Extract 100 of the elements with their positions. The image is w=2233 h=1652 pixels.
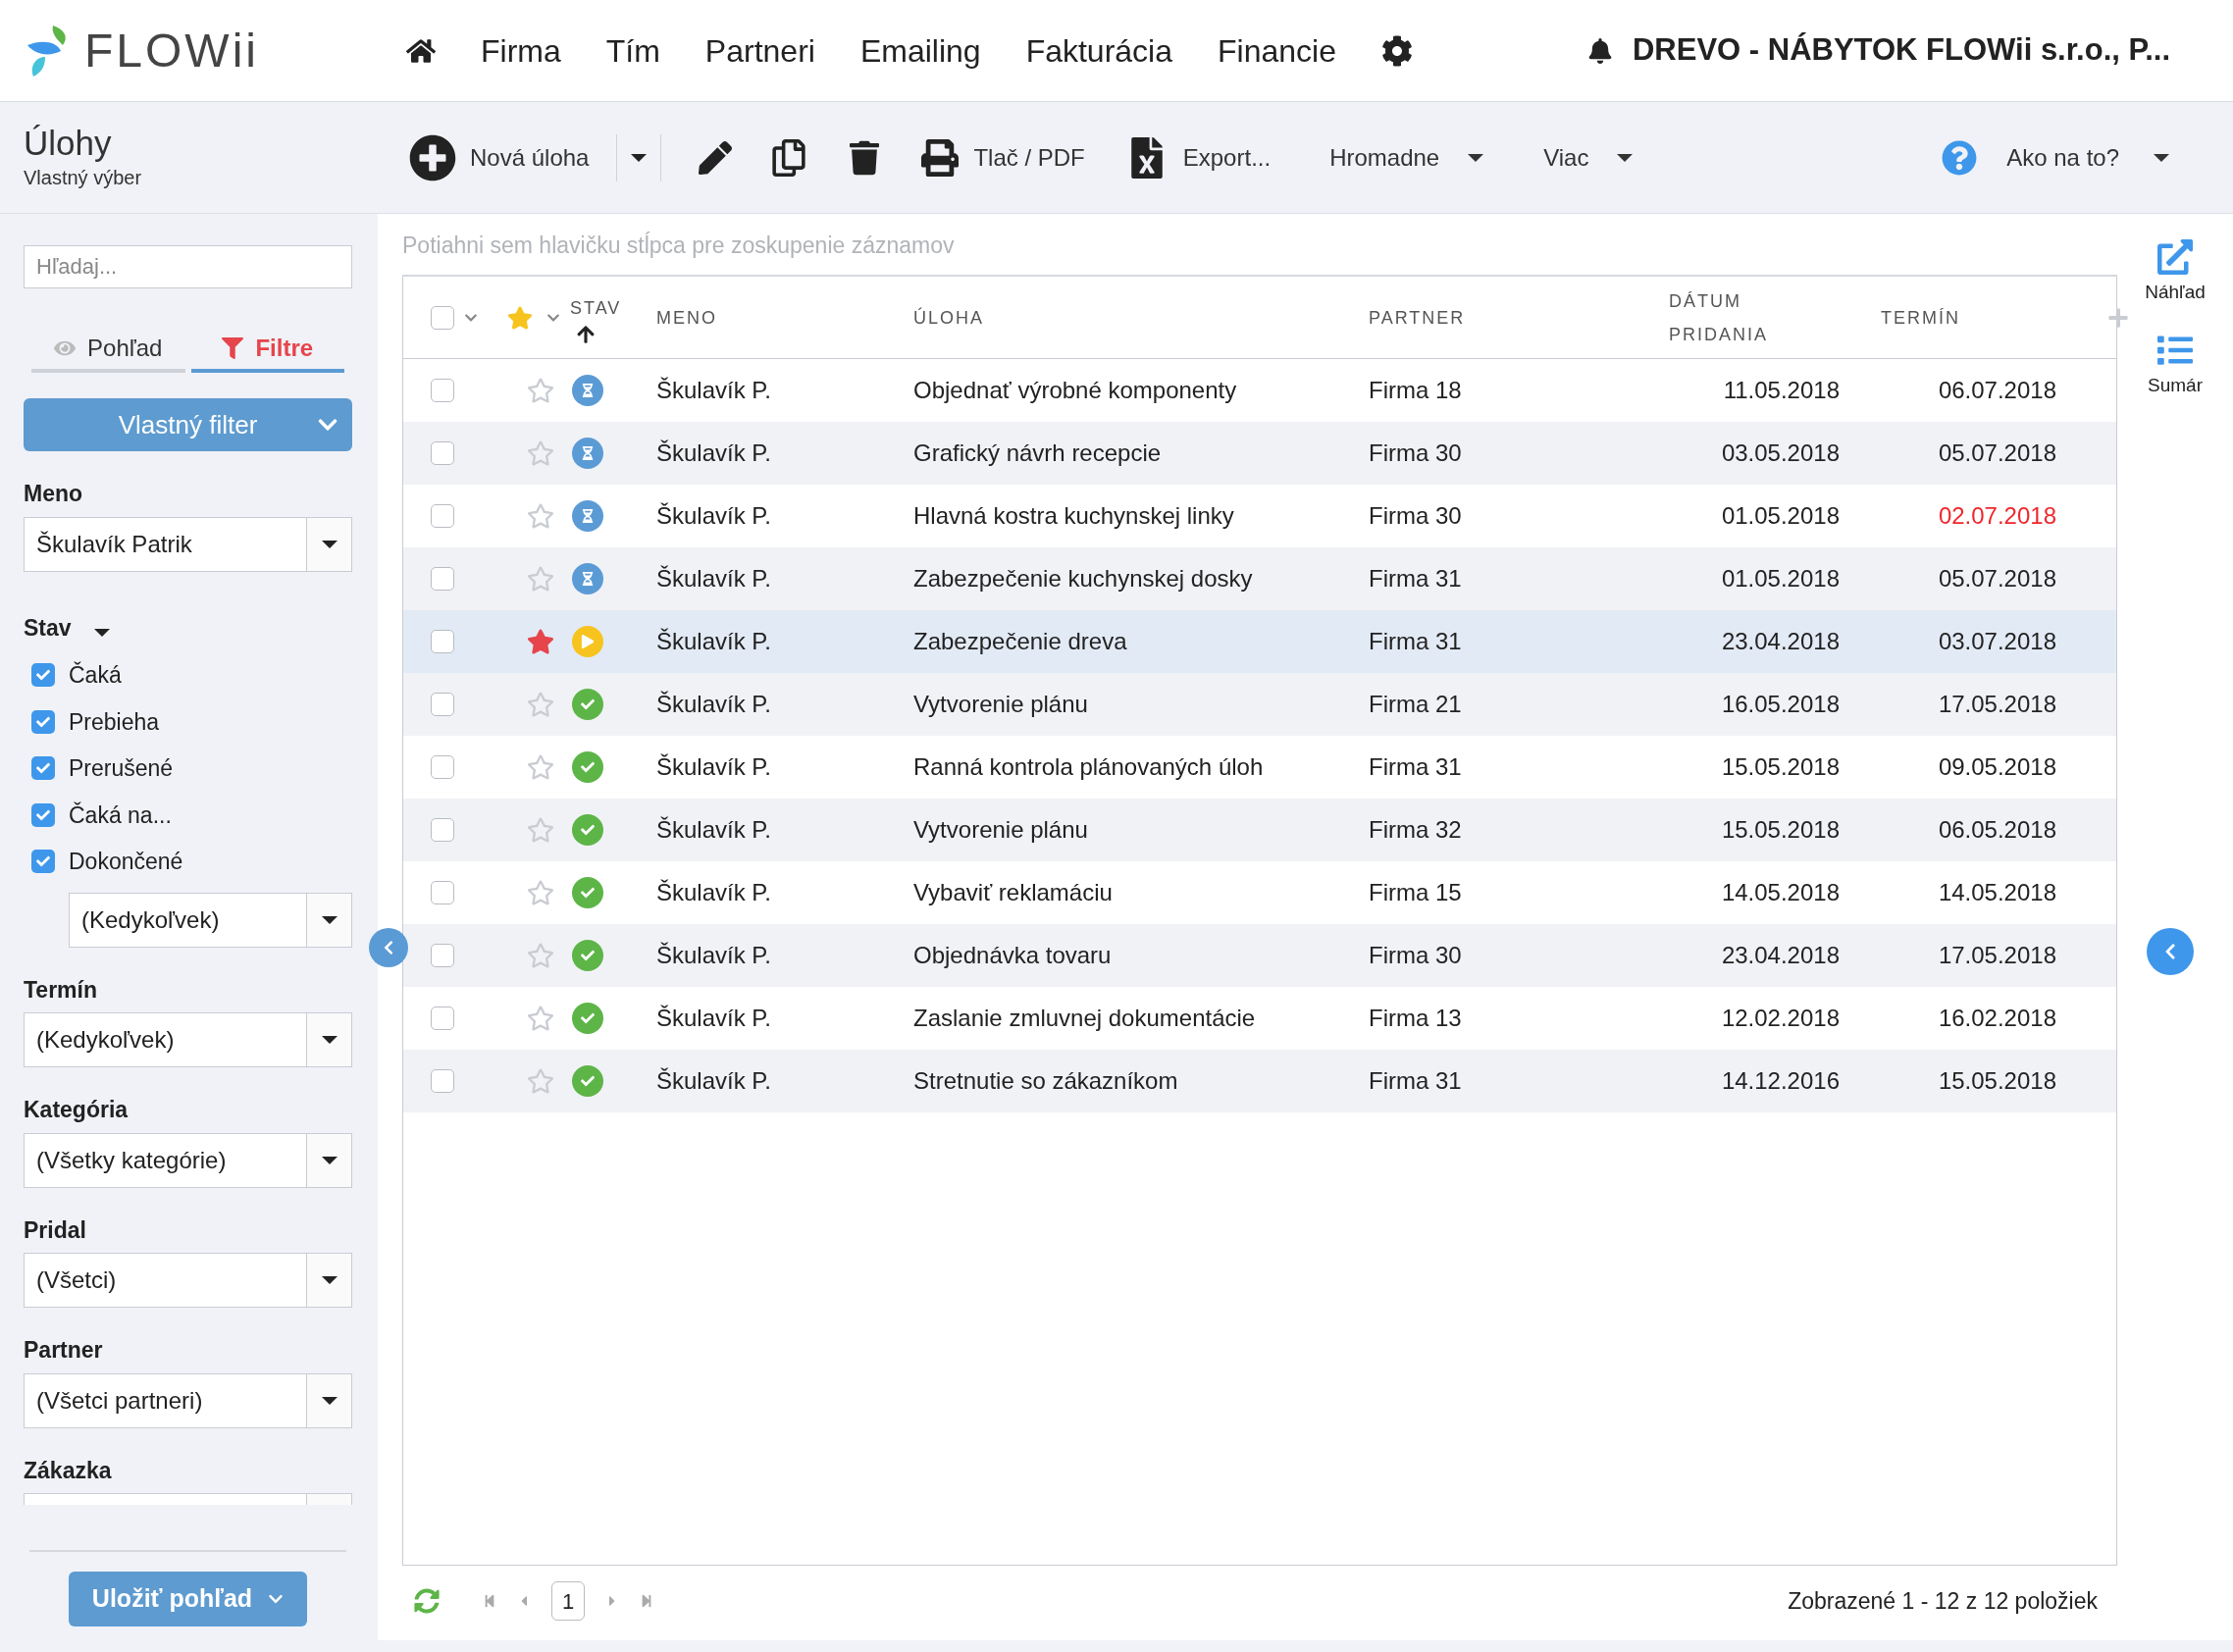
star-icon[interactable] bbox=[527, 377, 554, 404]
checkbox[interactable] bbox=[31, 850, 55, 874]
column-header[interactable]: MENO bbox=[656, 300, 913, 335]
sidebar-tab[interactable]: Pohľad bbox=[31, 328, 185, 373]
refresh-icon[interactable] bbox=[414, 1588, 440, 1614]
dropdown-menu-button[interactable]: Hromadne bbox=[1329, 139, 1485, 176]
star-icon[interactable] bbox=[527, 1067, 554, 1095]
dropdown-field[interactable]: (Kedykoľvek) bbox=[24, 1012, 352, 1067]
table-cell-text: Firma 31 bbox=[1369, 564, 1463, 594]
delete-icon[interactable] bbox=[850, 139, 880, 176]
new-task-button[interactable]: Nová úloha bbox=[378, 133, 590, 181]
checkbox[interactable] bbox=[31, 663, 55, 688]
company-name[interactable]: DREVO - NÁBYTOK FLOWii s.r.o., P... bbox=[1632, 27, 2170, 74]
dropdown-field[interactable]: (Kedykoľvek) bbox=[69, 892, 352, 948]
first-page-icon[interactable] bbox=[483, 1594, 496, 1608]
checkbox[interactable] bbox=[431, 944, 454, 967]
filter-label: Stav bbox=[24, 613, 72, 643]
checkbox[interactable] bbox=[431, 630, 454, 653]
caret-icon bbox=[320, 1396, 338, 1405]
column-header[interactable]: DÁTUM PRIDANIA bbox=[1669, 284, 1806, 351]
table-cell-text: Firma 31 bbox=[1369, 1066, 1463, 1096]
caret-icon[interactable] bbox=[92, 628, 111, 637]
table-cell-text: 23.04.2018 bbox=[1721, 627, 1840, 656]
copy-icon[interactable] bbox=[771, 138, 807, 177]
dropdown-value: Škulavík Patrik bbox=[36, 529, 192, 559]
table-row[interactable]: Škulavík P. Vytvorenie plánu Firma 32 15.05.2018 06.05.2018 bbox=[403, 799, 2116, 861]
column-header[interactable]: TERMÍN bbox=[1881, 300, 2118, 335]
nav-link[interactable]: Firma bbox=[481, 26, 561, 75]
star-icon[interactable] bbox=[527, 628, 554, 655]
checkbox[interactable] bbox=[431, 305, 454, 330]
table-row[interactable]: Škulavík P. Zabezpečenie kuchynskej dosky Firma 31 01.05.2018 05.07.2018 bbox=[403, 547, 2116, 610]
star-icon[interactable] bbox=[527, 439, 554, 467]
nav-link[interactable]: Financie bbox=[1218, 26, 1336, 75]
collapse-panel-button[interactable] bbox=[2147, 928, 2194, 975]
checkbox[interactable] bbox=[31, 709, 55, 734]
table-cell-text: 11.05.2018 bbox=[1723, 376, 1840, 405]
checkbox-label: Čaká na... bbox=[69, 800, 172, 830]
dropdown-menu-button[interactable]: Viac bbox=[1543, 139, 1635, 176]
page-number-button[interactable]: 1 bbox=[551, 1581, 585, 1621]
column-header[interactable]: STAV bbox=[570, 290, 656, 325]
filter-label: Termín bbox=[24, 975, 98, 1005]
export-button[interactable]: Export... bbox=[1129, 136, 1272, 179]
edit-icon[interactable] bbox=[699, 140, 733, 175]
checkbox[interactable] bbox=[31, 756, 55, 781]
star-icon[interactable] bbox=[527, 691, 554, 718]
checkbox[interactable] bbox=[31, 802, 55, 827]
dropdown-field[interactable]: (Všetci partneri) bbox=[24, 1372, 352, 1428]
star-icon[interactable] bbox=[527, 879, 554, 906]
star-icon[interactable] bbox=[527, 942, 554, 969]
table-cell-text: 02.07.2018 bbox=[1938, 501, 2056, 531]
settings-icon[interactable] bbox=[1380, 34, 1413, 67]
checkbox[interactable] bbox=[431, 379, 454, 402]
summary-button[interactable]: Sumár bbox=[2148, 332, 2203, 399]
caret-icon[interactable] bbox=[629, 153, 649, 162]
table-row[interactable]: Škulavík P. Zabezpečenie dreva Firma 31 23.04.2018 03.07.2018 bbox=[403, 610, 2116, 673]
checkbox[interactable] bbox=[431, 818, 454, 842]
nav-link[interactable]: Emailing bbox=[859, 26, 981, 75]
checkbox[interactable] bbox=[431, 504, 454, 528]
preview-button[interactable]: Náhľad bbox=[2145, 239, 2206, 307]
table-row[interactable]: Škulavík P. Grafický návrh recepcie Firma 30 03.05.2018 05.07.2018 bbox=[403, 422, 2116, 485]
table-cell-text: 23.04.2018 bbox=[1721, 941, 1840, 970]
checkbox[interactable] bbox=[431, 567, 454, 591]
nav-link[interactable]: Partneri bbox=[704, 26, 815, 75]
collapse-sidebar-button[interactable] bbox=[369, 928, 408, 967]
column-header[interactable]: PARTNER bbox=[1369, 300, 1669, 335]
search-field[interactable]: Hľadaj... bbox=[24, 245, 352, 288]
checkbox[interactable] bbox=[431, 1007, 454, 1030]
checkbox[interactable] bbox=[431, 755, 454, 779]
nav-link[interactable]: Tím bbox=[605, 26, 660, 75]
dropdown-field[interactable]: (Všetci) bbox=[24, 1253, 352, 1308]
table-cell-text: 17.05.2018 bbox=[1938, 941, 2056, 970]
star-icon[interactable] bbox=[527, 502, 554, 530]
add-column-icon[interactable] bbox=[2107, 307, 2129, 329]
star-icon[interactable] bbox=[527, 816, 554, 844]
table-cell-text: 03.07.2018 bbox=[1938, 627, 2056, 656]
checkbox[interactable] bbox=[431, 881, 454, 904]
bell-icon[interactable] bbox=[1586, 37, 1613, 64]
star-icon[interactable] bbox=[527, 565, 554, 593]
table-row[interactable]: Škulavík P. Objednávka tovaru Firma 30 23.04.2018 17.05.2018 bbox=[403, 924, 2116, 987]
star-icon[interactable] bbox=[507, 304, 533, 331]
checkbox[interactable] bbox=[431, 693, 454, 716]
column-header[interactable]: ÚLOHA bbox=[913, 300, 1369, 335]
table-cell-text: Firma 30 bbox=[1369, 439, 1463, 468]
last-page-icon[interactable] bbox=[640, 1594, 653, 1608]
dropdown-field[interactable]: (Všetky kategórie) bbox=[24, 1132, 352, 1188]
caret-icon bbox=[2153, 153, 2170, 162]
table-cell-text: Vytvorenie plánu bbox=[913, 815, 1089, 845]
print-button[interactable]: Tlač / PDF bbox=[920, 138, 1085, 177]
checkbox[interactable] bbox=[431, 1069, 454, 1093]
checkbox[interactable] bbox=[431, 441, 454, 465]
table-row[interactable]: Škulavík P. Stretnutie so zákazníkom Firma 31 14.12.2016 15.05.2018 bbox=[403, 1050, 2116, 1112]
sidebar-tab[interactable]: Filtre bbox=[190, 328, 344, 373]
dropdown-field[interactable]: Škulavík Patrik bbox=[24, 516, 352, 572]
table-row[interactable]: Škulavík P. Vytvorenie plánu Firma 21 16.05.2018 17.05.2018 bbox=[403, 673, 2116, 736]
star-icon[interactable] bbox=[527, 753, 554, 781]
help-button[interactable]: Ako na to? bbox=[1942, 139, 2170, 176]
star-icon[interactable] bbox=[527, 1005, 554, 1032]
check-icon bbox=[36, 807, 50, 822]
nav-link[interactable]: Fakturácia bbox=[1025, 26, 1172, 75]
table-cell-text: Firma 15 bbox=[1369, 878, 1463, 907]
